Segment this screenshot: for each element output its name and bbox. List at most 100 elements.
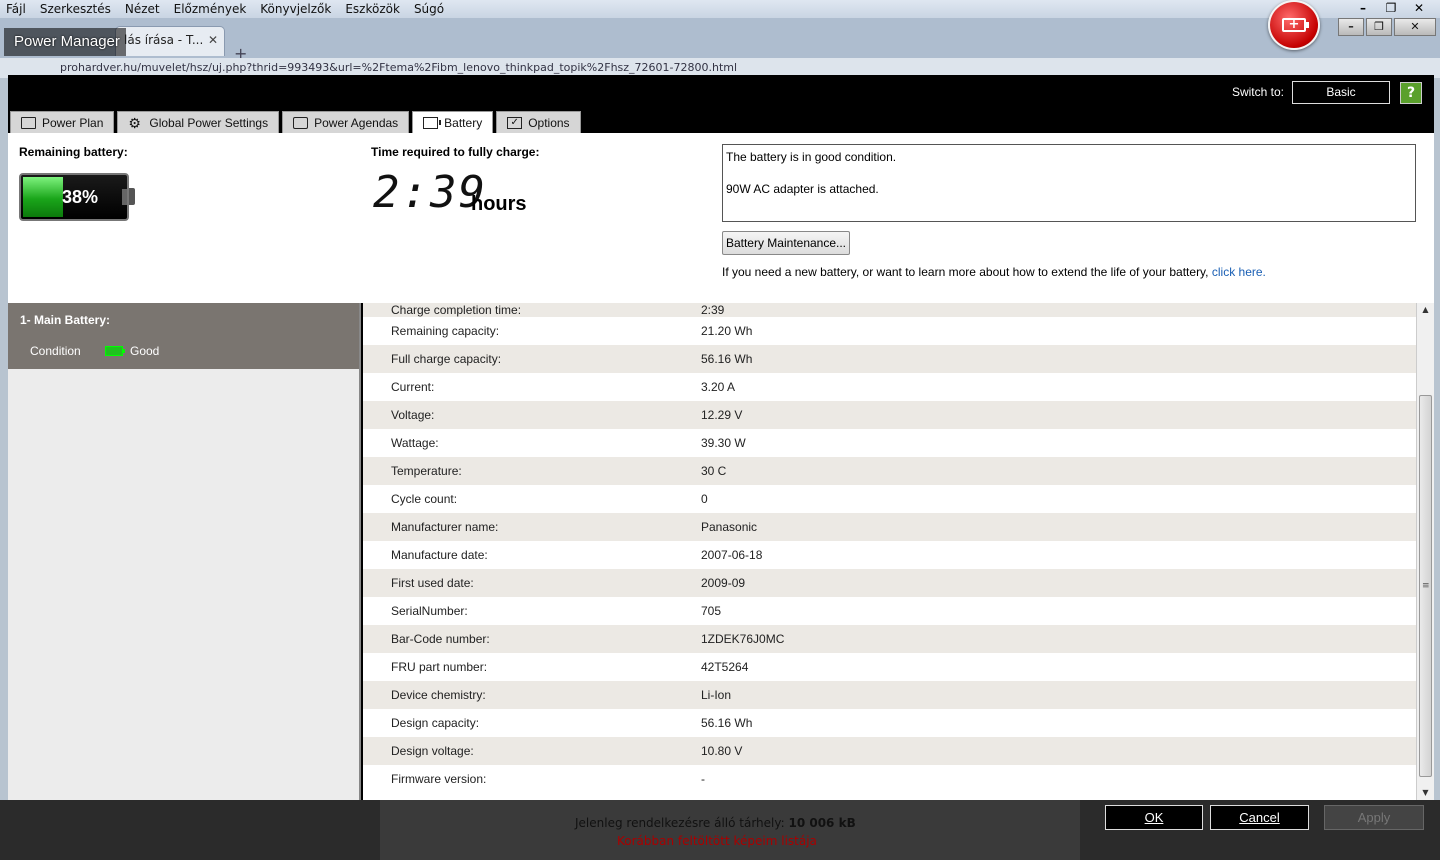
page-panel: [380, 800, 1080, 860]
detail-value: 56.16 Wh: [701, 352, 753, 366]
table-row: Charge completion time: 2:39: [363, 303, 1416, 317]
tab-label: Options: [528, 115, 570, 130]
detail-value: 3.20 A: [701, 380, 736, 394]
battery-terminal: [129, 188, 135, 205]
tab-global-power-settings[interactable]: ⚙ Global Power Settings: [117, 111, 280, 133]
menu-view[interactable]: Nézet: [125, 2, 160, 16]
detail-value: 12.29 V: [701, 408, 743, 422]
restore-icon[interactable]: ❐: [1378, 0, 1404, 16]
scroll-down-icon[interactable]: ▼: [1417, 786, 1434, 800]
menu-bookmarks[interactable]: Könyvjelzők: [260, 2, 331, 16]
help-icon[interactable]: ?: [1400, 82, 1422, 104]
detail-key: Device chemistry:: [391, 688, 486, 702]
prev-images-link[interactable]: Korábban feltöltött képeim listája: [617, 834, 817, 848]
power-manager-logo-icon: +: [1268, 0, 1320, 50]
detail-key: Current:: [391, 380, 435, 394]
charge-time-label: Time required to fully charge:: [371, 145, 540, 159]
tab-power-plan[interactable]: Power Plan: [10, 111, 115, 133]
table-row: FRU part number: 42T5264: [363, 653, 1416, 681]
url-text: prohardver.hu/muvelet/hsz/uj.php?thrid=9…: [60, 61, 738, 74]
click-here-link[interactable]: click here.: [1212, 265, 1266, 279]
battery-good-icon: [105, 346, 125, 356]
battery-percent: 38%: [61, 187, 99, 207]
gear-icon: ⚙: [128, 114, 141, 131]
battery-details-table: Charge completion time: 2:39 Remaining cap…: [363, 303, 1416, 800]
detail-key: Voltage:: [391, 408, 435, 422]
menu-file[interactable]: Fájl: [6, 2, 26, 16]
browser-tab[interactable]: lás írása - T... ✕: [115, 26, 225, 56]
cancel-button[interactable]: Cancel: [1210, 805, 1309, 830]
detail-key: Wattage:: [391, 436, 439, 450]
detail-value: 30 C: [701, 464, 727, 478]
browser-window-controls: – ❐ ✕: [1350, 0, 1432, 16]
app-close-icon[interactable]: ✕: [1394, 18, 1436, 36]
close-icon[interactable]: ✕: [1406, 0, 1432, 16]
checkbox-icon: ✓: [507, 116, 523, 129]
app-minimize-icon[interactable]: –: [1338, 18, 1364, 36]
detail-key: Bar-Code number:: [391, 632, 490, 646]
details-scrollbar[interactable]: ▲ ≡ ▼: [1416, 303, 1434, 800]
table-row: First used date: 2009-09: [363, 569, 1416, 597]
menu-help[interactable]: Súgó: [414, 2, 444, 16]
browser-tab-title: lás írása - T...: [124, 33, 204, 47]
ok-button[interactable]: OK: [1105, 805, 1203, 830]
detail-key: Remaining capacity:: [391, 324, 500, 338]
detail-key: Design capacity:: [391, 716, 480, 730]
detail-value: 1ZDEK76J0MC: [701, 632, 785, 646]
condition-value: Good: [130, 344, 160, 358]
tab-label: Power Plan: [42, 115, 104, 130]
storage-info: Jelenleg rendelkezésre álló tárhely: 10 …: [575, 816, 856, 830]
table-row: Device chemistry: Li-Ion: [363, 681, 1416, 709]
tab-close-icon[interactable]: ✕: [208, 33, 218, 47]
charge-time-value: 2:39: [373, 167, 487, 218]
app-restore-icon[interactable]: ❐: [1366, 18, 1392, 36]
detail-value: 42T5264: [701, 660, 749, 674]
detail-key: Cycle count:: [391, 492, 458, 506]
charge-time-unit: hours: [471, 193, 527, 215]
detail-key: Firmware version:: [391, 772, 487, 786]
condition-row: Condition Good: [30, 344, 347, 358]
table-row: Firmware version: -: [363, 765, 1416, 793]
detail-value: 2009-09: [701, 576, 746, 590]
tab-battery[interactable]: Battery: [412, 111, 494, 134]
menu-edit[interactable]: Szerkesztés: [40, 2, 111, 16]
detail-value: 39.30 W: [701, 436, 746, 450]
detail-value: 2:39: [701, 303, 725, 317]
detail-value: 0: [701, 492, 708, 506]
detail-value: 10.80 V: [701, 744, 743, 758]
detail-value: Li-Ion: [701, 688, 732, 702]
table-row: Manufacturer name: Panasonic: [363, 513, 1416, 541]
detail-value: Panasonic: [701, 520, 758, 534]
menu-history[interactable]: Előzmények: [174, 2, 247, 16]
remaining-battery-label: Remaining battery:: [19, 145, 128, 159]
tab-options[interactable]: ✓ Options: [496, 111, 581, 133]
scroll-up-icon[interactable]: ▲: [1417, 303, 1434, 317]
tab-power-agendas[interactable]: Power Agendas: [282, 111, 410, 133]
tab-label: Power Agendas: [314, 115, 399, 130]
power-manager-window: Switch to: Basic ? Power Plan ⚙ Global P…: [8, 75, 1434, 800]
battery-plus-icon: +: [1282, 18, 1309, 32]
basic-button[interactable]: Basic: [1292, 81, 1390, 104]
detail-key: Manufacture date:: [391, 548, 488, 562]
app-title: Power Manager: [14, 33, 120, 50]
minimize-icon[interactable]: –: [1350, 0, 1376, 16]
table-row: Wattage: 39.30 W: [363, 429, 1416, 457]
table-row: Temperature: 30 C: [363, 457, 1416, 485]
apply-button[interactable]: Apply: [1324, 805, 1424, 830]
app-window-controls: – ❐ ✕: [1338, 18, 1436, 36]
table-row: Cycle count: 0: [363, 485, 1416, 513]
detail-value: -: [701, 772, 705, 786]
storage-label: Jelenleg rendelkezésre álló tárhely:: [575, 816, 785, 830]
menu-tools[interactable]: Eszközök: [345, 2, 400, 16]
table-row: Current: 3.20 A: [363, 373, 1416, 401]
tab-bar: Power Plan ⚙ Global Power Settings Power…: [10, 111, 581, 134]
battery-info-text: If you need a new battery, or want to le…: [722, 265, 1209, 279]
battery-maintenance-button[interactable]: Battery Maintenance...: [722, 231, 850, 255]
scroll-thumb[interactable]: ≡: [1419, 395, 1432, 777]
main-battery-title: 1- Main Battery:: [20, 313, 111, 327]
main-battery-item[interactable]: 1- Main Battery: Condition Good: [8, 303, 359, 369]
table-row: SerialNumber: 705: [363, 597, 1416, 625]
battery-status-box: The battery is in good condition. 90W AC…: [722, 144, 1416, 222]
table-row: Remaining capacity: 21.20 Wh: [363, 317, 1416, 345]
detail-value: 21.20 Wh: [701, 324, 753, 338]
